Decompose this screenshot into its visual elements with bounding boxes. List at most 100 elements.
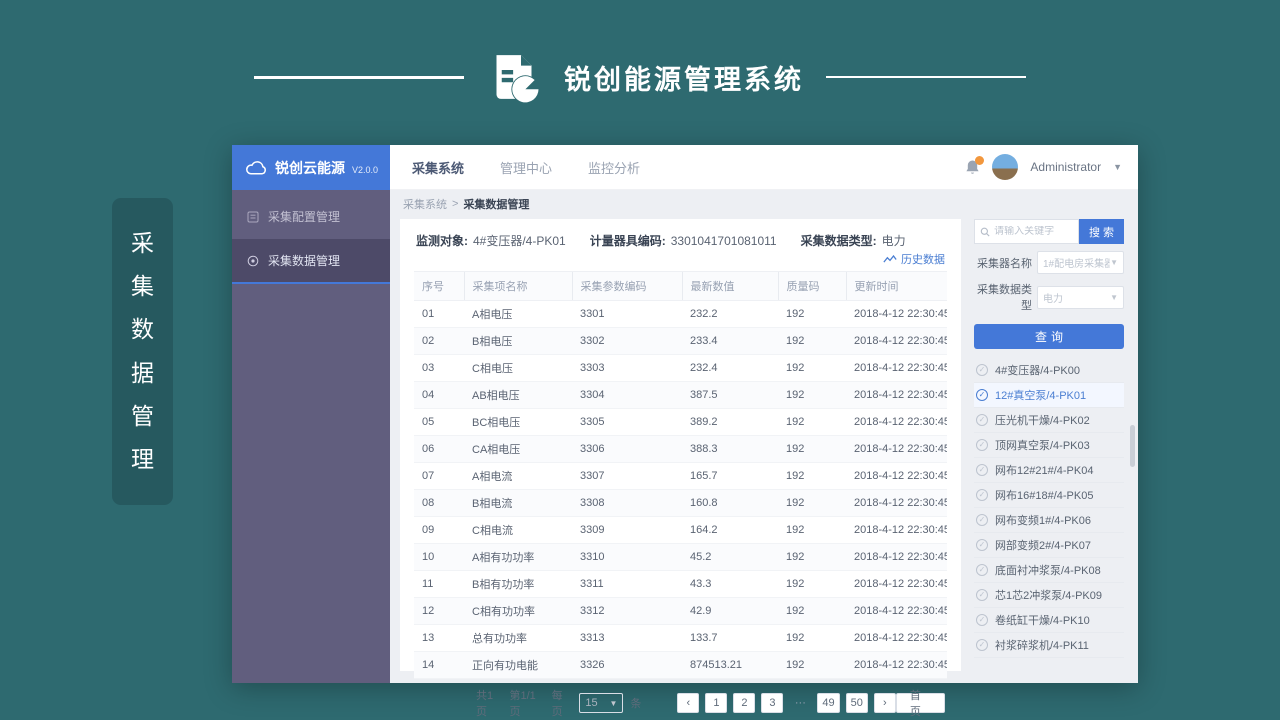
pagination-page-50[interactable]: 50 <box>846 693 868 713</box>
table-header-cell: 最新数值 <box>682 272 778 301</box>
check-circle-icon: ✓ <box>976 389 988 401</box>
device-list-item[interactable]: ✓ 网布16#18#/4-PK05 <box>974 483 1124 508</box>
first-page-button[interactable]: 首页 <box>896 693 945 713</box>
table-cell: 192 <box>778 625 846 652</box>
pagination-page-2[interactable]: 2 <box>733 693 755 713</box>
device-list-item[interactable]: ✓压光机干燥/4-PK02 <box>974 408 1124 433</box>
table-cell: 08 <box>414 490 464 517</box>
device-list-item[interactable]: ✓卷纸缸干燥/4-PK10 <box>974 608 1124 633</box>
search-box <box>974 219 1079 244</box>
content-row: 监测对象: 4#变压器/4-PK01 计量器具编码: 3301041701081… <box>390 217 1138 683</box>
per-page-select[interactable]: 15 ▼ <box>579 693 623 713</box>
table-cell: 2018-4-12 22:30:45 <box>846 382 947 409</box>
check-circle-icon: ✓ <box>976 489 988 501</box>
search-input[interactable] <box>994 226 1073 237</box>
table-cell: 3312 <box>572 598 682 625</box>
monitor-info-bar: 监测对象: 4#变压器/4-PK01 计量器具编码: 3301041701081… <box>414 227 947 249</box>
check-circle-icon: ✓ <box>976 614 988 626</box>
check-circle-icon: ✓ <box>976 639 988 651</box>
table-cell: 165.7 <box>682 463 778 490</box>
breadcrumb-parent[interactable]: 采集系统 <box>403 196 447 212</box>
table-cell: 2018-4-12 22:30:45 <box>846 652 947 679</box>
device-label: 网布16#18#/4-PK05 <box>995 487 1093 503</box>
search-icon <box>980 226 990 238</box>
device-label: 4#变压器/4-PK00 <box>995 362 1080 378</box>
device-list-item[interactable]: ✓衬浆碎浆机/4-PK11 <box>974 633 1124 658</box>
device-list-item[interactable]: ✓芯1芯2冲浆泵/4-PK09 <box>974 583 1124 608</box>
pagination-summary: 共1页 第1/1页 每页 15 ▼ 条 <box>476 687 641 719</box>
nav-tab-collection-system[interactable]: 采集系统 <box>412 158 464 177</box>
check-circle-icon: ✓ <box>976 564 988 576</box>
table-row: 08B相电流3308160.81922018-4-12 22:30:45 <box>414 490 947 517</box>
pagination-prev-button[interactable]: ‹ <box>677 693 699 713</box>
table-cell: 233.4 <box>682 328 778 355</box>
measurements-table: 序号采集项名称采集参数编码最新数值质量码更新时间 01A相电压3301232.2… <box>414 271 947 679</box>
query-button[interactable]: 查询 <box>974 324 1124 349</box>
sidebar-item-collection-config[interactable]: 采集配置管理 <box>232 194 390 239</box>
table-cell: 12 <box>414 598 464 625</box>
device-label: 网布变频1#/4-PK06 <box>995 512 1091 528</box>
pagination-page-3[interactable]: 3 <box>761 693 783 713</box>
page-title: 锐创能源管理系统 <box>564 58 804 97</box>
collector-filter-row: 采集器名称 1#配电房采集器 ▼ <box>974 251 1124 274</box>
notification-bell-icon[interactable] <box>965 159 980 176</box>
table-cell: 3310 <box>572 544 682 571</box>
pagination-ellipsis: ··· <box>789 693 811 713</box>
avatar[interactable] <box>992 154 1018 180</box>
nav-tab-monitoring-analysis[interactable]: 监控分析 <box>588 158 640 177</box>
table-row: 12C相有功功率331242.91922018-4-12 22:30:45 <box>414 598 947 625</box>
device-list-item[interactable]: ✓网布变频1#/4-PK06 <box>974 508 1124 533</box>
table-cell: C相电流 <box>464 517 572 544</box>
filter-panel: 搜 索 采集器名称 1#配电房采集器 ▼ 采集数据类型 电力 ▼ <box>974 219 1124 671</box>
device-label: 压光机干燥/4-PK02 <box>995 412 1090 428</box>
meter-code: 计量器具编码: 3301041701081011 <box>590 232 777 249</box>
pagination-page-1[interactable]: 1 <box>705 693 727 713</box>
table-cell: 3326 <box>572 652 682 679</box>
table-cell: 3309 <box>572 517 682 544</box>
search-button[interactable]: 搜 索 <box>1079 219 1124 244</box>
config-icon <box>247 211 259 223</box>
table-cell: 2018-4-12 22:30:45 <box>846 463 947 490</box>
table-cell: CA相电压 <box>464 436 572 463</box>
table-cell: 2018-4-12 22:30:45 <box>846 490 947 517</box>
table-cell: B相电压 <box>464 328 572 355</box>
device-list-item[interactable]: ✓12#真空泵/4-PK01 <box>974 383 1124 408</box>
per-page-prefix: 每页 <box>552 687 573 719</box>
vertical-tag-char: 管 <box>131 405 154 428</box>
nav-tab-management-center[interactable]: 管理中心 <box>500 158 552 177</box>
table-cell: 387.5 <box>682 382 778 409</box>
datatype-select[interactable]: 电力 ▼ <box>1037 286 1124 309</box>
banner-divider-right <box>826 76 1026 78</box>
table-cell: 45.2 <box>682 544 778 571</box>
current-page-label: 第1/1页 <box>510 687 545 719</box>
line-chart-icon <box>883 255 897 264</box>
table-cell: 04 <box>414 382 464 409</box>
data-type: 采集数据类型: 电力 <box>801 232 906 249</box>
chevron-down-icon[interactable]: ▼ <box>1113 162 1122 172</box>
table-row: 14正向有功电能3326874513.211922018-4-12 22:30:… <box>414 652 947 679</box>
table-header-cell: 更新时间 <box>846 272 947 301</box>
device-list-item[interactable]: ✓网布12#21#/4-PK04 <box>974 458 1124 483</box>
top-nav: 采集系统 管理中心 监控分析 <box>390 145 965 190</box>
device-list-item[interactable]: ✓4#变压器/4-PK00 <box>974 358 1124 383</box>
history-data-link[interactable]: 历史数据 <box>883 251 945 267</box>
sidebar-item-collection-data[interactable]: 采集数据管理 <box>232 239 390 284</box>
table-cell: 192 <box>778 409 846 436</box>
device-list-item[interactable]: ✓顶网真空泵/4-PK03 <box>974 433 1124 458</box>
table-cell: 192 <box>778 463 846 490</box>
device-label: 芯1芯2冲浆泵/4-PK09 <box>995 587 1102 603</box>
device-list-item[interactable]: ✓ 底面衬冲浆泵/4-PK08 <box>974 558 1124 583</box>
device-label: 底面衬冲浆泵/4-PK08 <box>995 562 1101 578</box>
pagination-page-49[interactable]: 49 <box>817 693 839 713</box>
pagination-next-button[interactable]: › <box>874 693 896 713</box>
device-label: 网部变频2#/4-PK07 <box>995 537 1091 553</box>
search-row: 搜 索 <box>974 219 1124 244</box>
content-scrollbar-thumb[interactable] <box>1130 425 1135 467</box>
document-edit-icon <box>486 49 542 105</box>
collector-select[interactable]: 1#配电房采集器 ▼ <box>1037 251 1124 274</box>
table-cell: 02 <box>414 328 464 355</box>
table-cell: 2018-4-12 22:30:45 <box>846 328 947 355</box>
device-list-item[interactable]: ✓网部变频2#/4-PK07 <box>974 533 1124 558</box>
username[interactable]: Administrator <box>1030 160 1101 174</box>
check-circle-icon: ✓ <box>976 439 988 451</box>
